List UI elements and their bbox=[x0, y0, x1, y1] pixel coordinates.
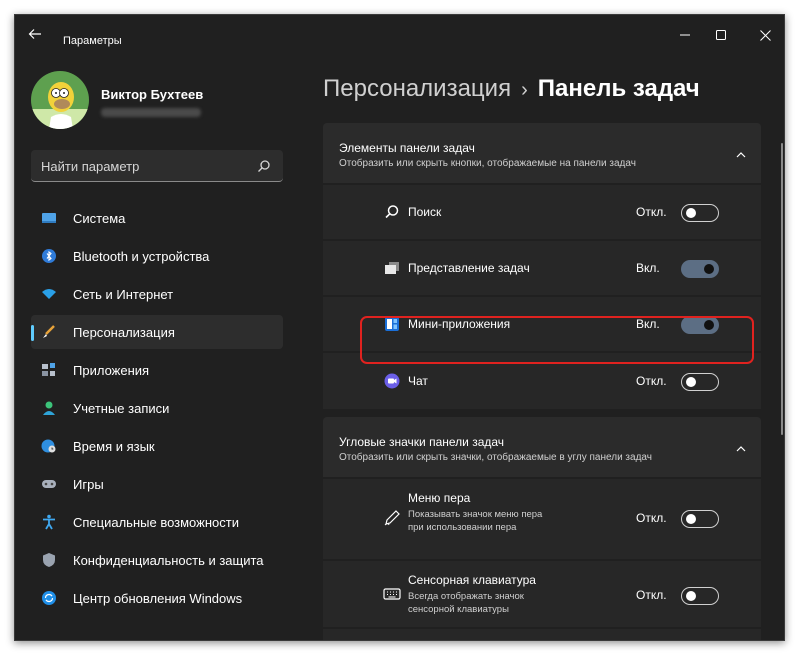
nav-item-bluetooth[interactable]: Bluetooth и устройства bbox=[31, 239, 283, 273]
maximize-icon bbox=[716, 30, 726, 40]
setting-label: Представление задач bbox=[408, 261, 530, 275]
section-description: Отобразить или скрыть значки, отображаем… bbox=[339, 452, 652, 463]
nav-item-network[interactable]: Сеть и Интернет bbox=[31, 277, 283, 311]
gamepad-icon bbox=[42, 480, 56, 488]
brush-icon bbox=[43, 325, 55, 338]
nav-label: Учетные записи bbox=[73, 401, 170, 416]
person-icon bbox=[43, 401, 55, 415]
breadcrumb-parent[interactable]: Персонализация bbox=[323, 75, 511, 102]
user-name: Виктор Бухтеев bbox=[101, 87, 204, 102]
nav-label: Специальные возможности bbox=[73, 515, 239, 530]
scrollbar[interactable] bbox=[781, 143, 783, 435]
toggle-state-text: Вкл. bbox=[636, 261, 660, 275]
setting-row-pen-menu: Меню пера Показывать значок меню пера пр… bbox=[323, 479, 761, 559]
nav-item-windows-update[interactable]: Центр обновления Windows bbox=[31, 581, 283, 615]
nav-item-system[interactable]: Система bbox=[31, 201, 283, 235]
section-taskbar-items-header[interactable]: Элементы панели задач Отобразить или скр… bbox=[323, 123, 761, 183]
breadcrumb: Персонализация › Панель задач bbox=[323, 75, 700, 103]
setting-label: Сенсорная клавиатура bbox=[408, 573, 536, 587]
chat-toggle[interactable] bbox=[681, 373, 719, 391]
nav-item-personalization[interactable]: Персонализация bbox=[31, 315, 283, 349]
globe-clock-icon bbox=[41, 439, 56, 453]
setting-description: Показывать значок меню пера при использо… bbox=[408, 509, 543, 533]
setting-description: Всегда отображать значок сенсорной клави… bbox=[408, 591, 524, 615]
close-button[interactable] bbox=[745, 21, 784, 49]
section-corner-icons-header[interactable]: Угловые значки панели задач Отобразить и… bbox=[323, 417, 761, 477]
nav-item-time-language[interactable]: Время и язык bbox=[31, 429, 283, 463]
minimize-icon bbox=[680, 34, 690, 36]
task-view-toggle[interactable] bbox=[681, 260, 719, 278]
shield-icon bbox=[43, 553, 55, 567]
keyboard-icon bbox=[383, 588, 401, 600]
section-title: Элементы панели задач bbox=[339, 141, 475, 155]
nav-label: Центр обновления Windows bbox=[73, 591, 243, 606]
setting-label: Меню пера bbox=[408, 491, 471, 505]
page-title: Панель задач bbox=[537, 75, 700, 102]
accessibility-icon bbox=[43, 514, 55, 530]
toggle-knob bbox=[686, 514, 696, 524]
toggle-knob bbox=[686, 377, 696, 387]
nav-label: Игры bbox=[73, 477, 104, 492]
apps-icon bbox=[42, 363, 55, 376]
search-icon[interactable] bbox=[257, 159, 271, 173]
nav-item-privacy[interactable]: Конфиденциальность и защита bbox=[31, 543, 283, 577]
pen-icon bbox=[384, 510, 400, 526]
search-toggle[interactable] bbox=[681, 204, 719, 222]
search-icon bbox=[385, 205, 399, 219]
wifi-icon bbox=[42, 289, 56, 299]
search-input[interactable]: Найти параметр bbox=[31, 150, 283, 182]
nav-label: Персонализация bbox=[73, 325, 175, 340]
app-title: Параметры bbox=[63, 35, 122, 47]
user-email-blurred bbox=[101, 108, 201, 117]
highlight-frame bbox=[360, 316, 754, 364]
close-icon bbox=[759, 29, 771, 41]
nav-item-accounts[interactable]: Учетные записи bbox=[31, 391, 283, 425]
nav-item-gaming[interactable]: Игры bbox=[31, 467, 283, 501]
setting-row-partial bbox=[323, 629, 761, 640]
setting-label: Поиск bbox=[408, 205, 442, 219]
pen-menu-toggle[interactable] bbox=[681, 510, 719, 528]
setting-row-touch-keyboard: Сенсорная клавиатура Всегда отображать з… bbox=[323, 561, 761, 627]
nav-label: Приложения bbox=[73, 363, 150, 378]
nav-label: Bluetooth и устройства bbox=[73, 249, 210, 264]
chevron-up-icon[interactable] bbox=[735, 149, 747, 161]
settings-window: Параметры Виктор Бухтеев Найти параметр bbox=[14, 14, 785, 641]
toggle-knob bbox=[686, 208, 696, 218]
toggle-state-text: Откл. bbox=[636, 588, 667, 602]
nav-label: Время и язык bbox=[73, 439, 155, 454]
breadcrumb-separator: › bbox=[521, 79, 528, 101]
back-arrow-icon[interactable] bbox=[27, 26, 43, 42]
section-description: Отобразить или скрыть кнопки, отображаем… bbox=[339, 158, 636, 169]
title-bar: Параметры bbox=[15, 15, 784, 55]
toggle-knob bbox=[686, 591, 696, 601]
bluetooth-icon bbox=[42, 249, 56, 263]
setting-row-search: Поиск Откл. bbox=[323, 185, 761, 239]
avatar-image bbox=[31, 71, 89, 129]
monitor-icon bbox=[42, 213, 56, 223]
search-placeholder: Найти параметр bbox=[41, 159, 140, 174]
setting-row-task-view: Представление задач Вкл. bbox=[323, 241, 761, 295]
selected-indicator bbox=[31, 325, 34, 341]
touch-keyboard-toggle[interactable] bbox=[681, 587, 719, 605]
toggle-state-text: Откл. bbox=[636, 205, 667, 219]
nav-item-apps[interactable]: Приложения bbox=[31, 353, 283, 387]
minimize-button[interactable] bbox=[665, 21, 705, 49]
update-icon bbox=[42, 591, 56, 605]
toggle-state-text: Откл. bbox=[636, 511, 667, 525]
chevron-up-icon[interactable] bbox=[735, 443, 747, 455]
section-title: Угловые значки панели задач bbox=[339, 435, 505, 449]
nav-label: Система bbox=[73, 211, 126, 226]
maximize-button[interactable] bbox=[701, 21, 741, 49]
toggle-knob bbox=[704, 264, 714, 274]
task-view-icon bbox=[385, 262, 399, 274]
setting-label: Чат bbox=[408, 374, 428, 388]
toggle-state-text: Откл. bbox=[636, 374, 667, 388]
nav-item-accessibility[interactable]: Специальные возможности bbox=[31, 505, 283, 539]
chat-icon bbox=[384, 373, 400, 389]
avatar[interactable] bbox=[31, 71, 89, 129]
nav-label: Конфиденциальность и защита bbox=[73, 553, 264, 568]
nav-label: Сеть и Интернет bbox=[73, 287, 174, 302]
